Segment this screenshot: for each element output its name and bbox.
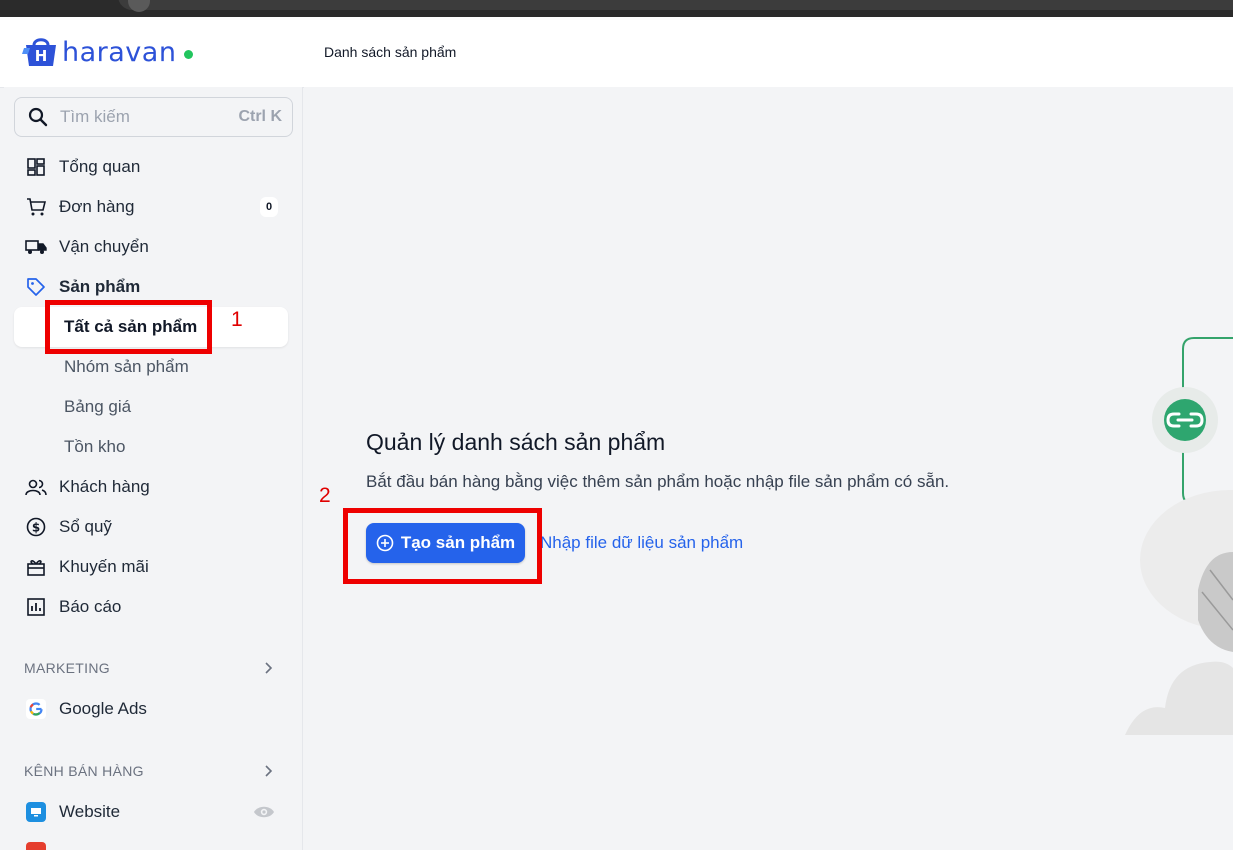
sidebar-item-label: Khách hàng (59, 477, 150, 496)
shopping-bag-logo-icon: H (22, 38, 56, 66)
section-heading-label: MARKETING (24, 660, 110, 676)
sidebar-item-customers[interactable]: Khách hàng (14, 467, 293, 507)
eye-icon[interactable] (253, 805, 275, 819)
chevron-right-icon (265, 662, 273, 674)
page-title: Danh sách sản phẩm (324, 44, 457, 60)
sidebar-item-label: Website (59, 802, 121, 821)
website-icon (26, 802, 46, 822)
sidebar-item-overview[interactable]: Tổng quan (14, 147, 293, 187)
sidebar-item-label: Sổ quỹ (59, 517, 112, 536)
browser-tab-icon (128, 0, 150, 12)
logo-text: haravan (62, 36, 177, 68)
sidebar-item-label: Tổng quan (59, 157, 141, 176)
annotation-step-1: 1 (231, 308, 243, 331)
sales-channel-icon-wrap (25, 841, 47, 850)
orders-count-badge: 0 (260, 197, 278, 217)
sidebar-item-label: Sản phẩm (59, 277, 141, 296)
haravan-logo[interactable]: H haravan (22, 35, 194, 69)
google-icon (26, 699, 46, 719)
sidebar-item-label: Khuyến mãi (59, 557, 149, 576)
sidebar-item-sales-channel[interactable] (14, 832, 293, 850)
sidebar: Ctrl K Tổng quan Đơn hàng 0 Vận chuyển S… (4, 87, 303, 850)
sales-channel-icon (26, 842, 46, 850)
sidebar-item-cashbook[interactable]: $ Sổ quỹ (14, 507, 293, 547)
sidebar-item-label: Báo cáo (59, 597, 122, 616)
search-icon (28, 107, 48, 127)
users-icon (25, 476, 47, 498)
sidebar-item-label: Đơn hàng (59, 197, 135, 216)
tag-icon (25, 276, 47, 298)
sidebar-item-shipping[interactable]: Vận chuyển (14, 227, 293, 267)
cart-icon (25, 196, 47, 218)
search-shortcut-hint: Ctrl K (238, 108, 282, 125)
main-content: Quản lý danh sách sản phẩm Bắt đầu bán h… (304, 87, 1233, 850)
search-box[interactable]: Ctrl K (14, 97, 293, 137)
chevron-right-icon (265, 765, 273, 777)
sidebar-item-reports[interactable]: Báo cáo (14, 587, 293, 627)
top-header: H haravan Danh sách sản phẩm (0, 17, 1233, 87)
dashboard-icon (25, 156, 47, 178)
empty-state-illustration (1125, 337, 1233, 735)
browser-tab-strip (0, 0, 1233, 17)
import-products-link[interactable]: Nhập file dữ liệu sản phẩm (540, 533, 743, 553)
dollar-circle-icon: $ (25, 516, 47, 538)
svg-text:$: $ (32, 521, 40, 535)
svg-text:H: H (35, 47, 48, 65)
search-input[interactable] (60, 107, 230, 127)
sidebar-item-orders[interactable]: Đơn hàng 0 (14, 187, 293, 227)
annotation-highlight-create-button (343, 508, 542, 584)
google-icon-wrap (25, 698, 47, 720)
section-heading-marketing[interactable]: MARKETING (24, 658, 274, 678)
sidebar-item-google-ads[interactable]: Google Ads (14, 689, 293, 729)
annotation-step-2: 2 (319, 484, 331, 507)
gift-icon (25, 556, 47, 578)
sidebar-item-website[interactable]: Website (14, 792, 293, 832)
website-icon-wrap (25, 801, 47, 823)
sidebar-item-promotions[interactable]: Khuyến mãi (14, 547, 293, 587)
annotation-highlight-all-products (45, 300, 212, 354)
empty-state-title: Quản lý danh sách sản phẩm (366, 429, 666, 455)
section-heading-label: KÊNH BÁN HÀNG (24, 763, 144, 779)
truck-icon (25, 236, 47, 258)
sidebar-item-label: Vận chuyển (59, 237, 149, 256)
sidebar-item-label: Google Ads (59, 699, 147, 718)
section-heading-sales-channels[interactable]: KÊNH BÁN HÀNG (24, 761, 274, 781)
online-status-dot (184, 49, 194, 59)
browser-tab[interactable] (118, 0, 1233, 10)
empty-state-description: Bắt đầu bán hàng bằng việc thêm sản phẩm… (366, 472, 950, 491)
sidebar-subitem-price-list[interactable]: Bảng giá (14, 387, 288, 427)
report-icon (25, 596, 47, 618)
sidebar-subitem-inventory[interactable]: Tồn kho (14, 427, 288, 467)
